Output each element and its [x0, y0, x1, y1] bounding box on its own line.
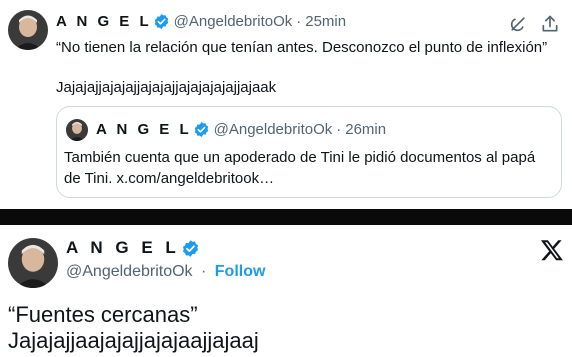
verified-badge-icon: [153, 13, 170, 30]
x-logo-icon[interactable]: [540, 238, 564, 262]
tweet-actions: [496, 14, 560, 34]
avatar-photo-icon: [8, 10, 48, 50]
embed-handle-row: @AngeldebritoOk · Follow: [66, 263, 265, 281]
quoted-tweet-header: A N G E L @AngeldebritoOk · 26min: [96, 121, 386, 138]
verified-badge-icon: [193, 121, 210, 138]
dot-separator: ·: [336, 121, 342, 138]
avatar-photo-icon: [66, 119, 88, 141]
author-name[interactable]: A N G E L: [56, 13, 152, 30]
grok-icon[interactable]: [508, 14, 528, 34]
share-icon[interactable]: [540, 14, 560, 34]
tweet-text-line: “No tienen la relación que tenían antes.…: [56, 39, 548, 56]
tweet-text-line: Jajajajjajajajjajajajjajajajajajjajaak: [56, 79, 277, 96]
embed-text-line: “Fuentes cercanas”: [8, 302, 198, 327]
avatar[interactable]: [8, 10, 48, 50]
embed-author-handle[interactable]: @AngeldebritoOk: [66, 263, 193, 280]
verified-badge-icon: [181, 239, 200, 258]
author-handle[interactable]: @AngeldebritoOk: [174, 13, 293, 30]
timestamp[interactable]: 25min: [305, 13, 346, 30]
embed-text-line: Jajajajjaajajajjajajaajjajaaj: [8, 328, 259, 353]
divider-bar: [0, 209, 572, 225]
quoted-avatar: [66, 119, 88, 141]
avatar-photo-icon: [8, 238, 58, 288]
dot-separator: ·: [200, 263, 207, 280]
embed-name-row: A N G E L: [66, 238, 204, 258]
embed-avatar[interactable]: [8, 238, 58, 288]
tweet-header: A N G E L @AngeldebritoOk · 25min: [56, 13, 346, 30]
quoted-timestamp: 26min: [345, 121, 387, 138]
embed-author-name[interactable]: A N G E L: [66, 238, 180, 258]
quoted-author-handle: @AngeldebritoOk: [213, 121, 333, 138]
quoted-author-name: A N G E L: [96, 121, 192, 138]
quoted-tweet-text: También cuenta que un apoderado de Tini …: [64, 149, 536, 187]
follow-button[interactable]: Follow: [215, 263, 266, 280]
dot-separator: ·: [296, 13, 302, 30]
